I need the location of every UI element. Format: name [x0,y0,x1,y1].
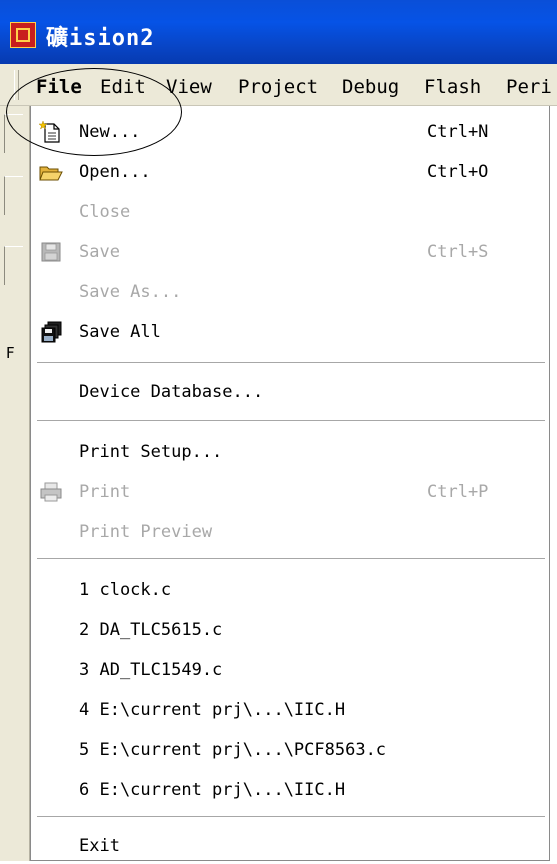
recent-file-label: 2 DA_TLC5615.c [79,620,223,640]
menu-item-recent-6[interactable]: 6 E:\current prj\...\IIC.H [31,776,547,808]
menu-view[interactable]: View [166,76,212,98]
menu-edit[interactable]: Edit [100,76,146,98]
menu-item-new[interactable]: New... Ctrl+N [31,118,547,150]
file-menu-dropdown: New... Ctrl+N Open... Ctrl+O Close Save … [30,106,550,861]
folder-open-icon [39,161,63,183]
menu-separator [37,362,545,363]
menu-peripherals[interactable]: Peri [506,76,552,98]
recent-file-label: 3 AD_TLC1549.c [79,660,223,680]
recent-file-label: 4 E:\current prj\...\IIC.H [79,700,346,720]
title-bar: 礦ision2 [0,0,557,64]
menu-item-print-preview[interactable]: Print Preview [31,518,547,550]
menu-item-recent-3[interactable]: 3 AD_TLC1549.c [31,656,547,688]
menu-item-recent-1[interactable]: 1 clock.c [31,576,547,608]
menu-item-recent-4[interactable]: 4 E:\current prj\...\IIC.H [31,696,547,728]
menu-item-print-setup[interactable]: Print Setup... [31,438,547,470]
save-label: Save [79,242,120,262]
menu-separator [37,816,545,817]
left-panel-strip: F [0,106,30,861]
toolbar-edge [4,246,23,285]
new-shortcut: Ctrl+N [427,122,489,142]
project-pane-tab[interactable]: F [6,344,15,362]
menu-item-close[interactable]: Close [31,198,547,230]
save-all-label: Save All [79,322,161,342]
printer-icon [39,481,63,503]
menu-separator [37,420,545,421]
menu-bar: File Edit View Project Debug Flash Peri [0,64,557,106]
open-label: Open... [79,162,151,182]
menu-item-recent-2[interactable]: 2 DA_TLC5615.c [31,616,547,648]
save-all-icon [39,321,63,343]
menubar-grip [14,70,19,100]
print-preview-label: Print Preview [79,522,213,542]
toolbar-edge [4,114,23,153]
menu-project[interactable]: Project [238,76,318,98]
recent-file-label: 1 clock.c [79,580,172,600]
menu-item-device-database[interactable]: Device Database... [31,378,547,410]
menu-item-save-as[interactable]: Save As... [31,278,547,310]
menu-item-recent-5[interactable]: 5 E:\current prj\...\PCF8563.c [31,736,547,768]
menu-flash[interactable]: Flash [424,76,481,98]
save-as-label: Save As... [79,282,182,302]
print-shortcut: Ctrl+P [427,482,489,502]
menu-debug[interactable]: Debug [342,76,399,98]
close-label: Close [79,202,131,222]
menu-item-open[interactable]: Open... Ctrl+O [31,158,547,190]
save-disk-icon [39,241,63,263]
recent-file-label: 5 E:\current prj\...\PCF8563.c [79,740,387,760]
menu-item-exit[interactable]: Exit [31,832,547,864]
recent-file-label: 6 E:\current prj\...\IIC.H [79,780,346,800]
new-label: New... [79,122,141,142]
menu-item-save-all[interactable]: Save All [31,318,547,350]
menu-separator [37,558,545,559]
exit-label: Exit [79,836,120,856]
device-database-label: Device Database... [79,382,264,402]
new-file-icon [38,120,63,143]
menu-file[interactable]: File [36,76,82,98]
menu-item-print[interactable]: Print Ctrl+P [31,478,547,510]
menu-item-save[interactable]: Save Ctrl+S [31,238,547,270]
print-setup-label: Print Setup... [79,442,223,462]
save-shortcut: Ctrl+S [427,242,489,262]
window-title: 礦ision2 [46,26,155,51]
toolbar-edge [4,176,23,215]
open-shortcut: Ctrl+O [427,162,489,182]
app-logo-icon [10,22,36,48]
print-label: Print [79,482,131,502]
